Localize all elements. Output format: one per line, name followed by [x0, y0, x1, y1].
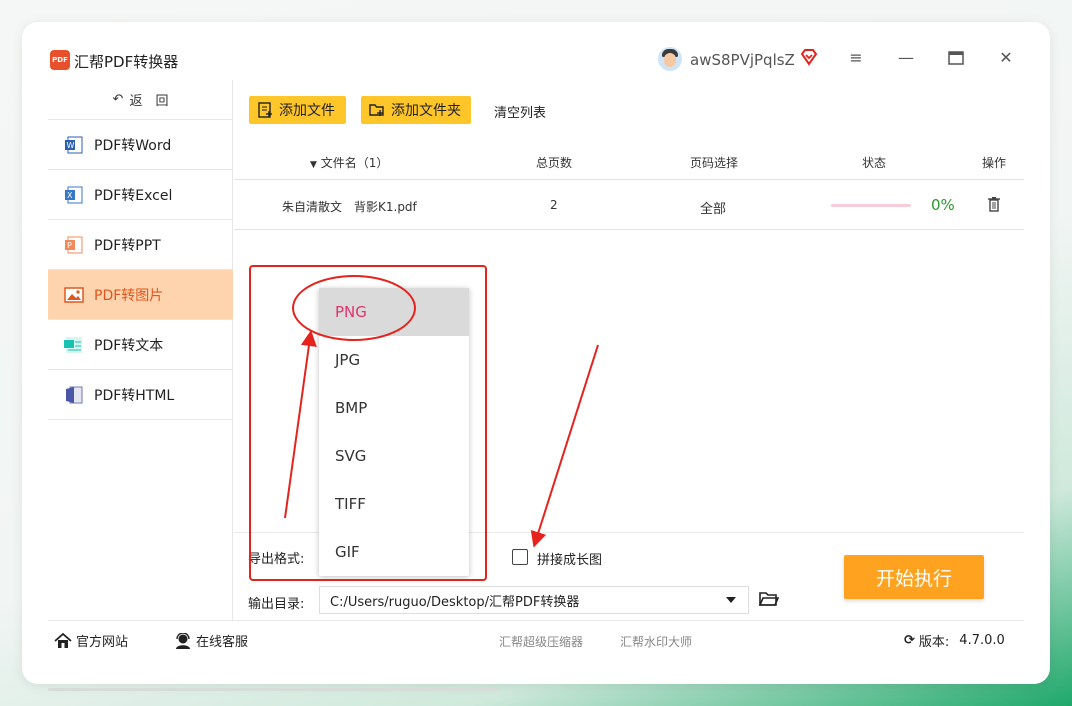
watermark-link[interactable]: 汇帮水印大师 — [620, 633, 692, 650]
row-filename: 朱自清散文 背影K1.pdf — [282, 200, 417, 214]
sidebar-item-word[interactable]: W PDF转Word — [48, 120, 233, 170]
sidebar-item-label: PDF转图片 — [94, 287, 164, 304]
sidebar-item-label: PDF转Word — [94, 137, 172, 154]
minimize-icon[interactable]: — — [896, 48, 916, 68]
sidebar-item-excel[interactable]: X PDF转Excel — [48, 170, 233, 220]
row-pages: 2 — [550, 198, 558, 212]
chevron-down-icon — [726, 597, 736, 603]
back-icon: ↶ — [112, 92, 124, 107]
refresh-icon[interactable]: ⟳ — [904, 633, 915, 648]
sidebar-item-html[interactable]: PDF转HTML — [48, 370, 233, 420]
sidebar-item-label: PDF转PPT — [94, 237, 161, 254]
maximize-icon[interactable] — [946, 48, 966, 68]
filename-column-header[interactable]: ▼ 文件名（1） — [310, 154, 388, 171]
horizontal-scrollbar[interactable] — [48, 688, 498, 691]
compressor-link[interactable]: 汇帮超级压缩器 — [499, 633, 583, 650]
add-folder-label: 添加文件夹 — [391, 103, 461, 119]
add-folder-icon — [369, 104, 384, 116]
trash-icon[interactable] — [987, 196, 1001, 212]
output-dir-path: C:/Users/ruguo/Desktop/汇帮PDF转换器 — [330, 594, 580, 610]
text-icon — [64, 336, 82, 353]
action-column-header: 操作 — [982, 156, 1007, 170]
table-header: ▼ 文件名（1） 总页数 页码选择 状态 操作 — [234, 144, 1024, 180]
svg-text:P: P — [67, 241, 72, 250]
sidebar: ↶ 返 回 W PDF转Word X PDF转Excel P PDF转PPT P… — [48, 80, 233, 620]
page-select-column-header: 页码选择 — [690, 156, 739, 170]
stitch-label: 拼接成长图 — [537, 553, 603, 568]
pages-column-header: 总页数 — [536, 156, 573, 170]
svg-text:W: W — [67, 141, 75, 150]
image-icon — [64, 286, 84, 303]
home-icon — [54, 632, 72, 648]
app-logo: PDF — [50, 50, 70, 70]
sidebar-item-label: PDF转HTML — [94, 387, 175, 404]
close-icon[interactable]: ✕ — [996, 48, 1016, 68]
html-icon — [66, 386, 83, 403]
row-page-select[interactable]: 全部 — [700, 198, 726, 217]
online-support-link[interactable]: 在线客服 — [174, 631, 248, 650]
status-column-header: 状态 — [862, 156, 887, 170]
username[interactable]: awS8PVjPqlsZ — [690, 51, 795, 69]
progress-percent: 0% — [931, 196, 955, 214]
add-file-label: 添加文件 — [279, 103, 335, 119]
word-icon: W — [65, 136, 83, 153]
sidebar-item-text[interactable]: PDF转文本 — [48, 320, 233, 370]
sidebar-item-ppt[interactable]: P PDF转PPT — [48, 220, 233, 270]
add-folder-button[interactable]: 添加文件夹 — [361, 96, 471, 124]
add-file-icon — [258, 102, 272, 118]
bottom-bar: 官方网站 在线客服 汇帮超级压缩器 汇帮水印大师 ⟳ 版本: 4.7.0.0 — [48, 620, 1024, 660]
progress-bar — [831, 204, 911, 207]
add-file-button[interactable]: 添加文件 — [249, 96, 346, 124]
menu-icon[interactable]: ≡ — [846, 48, 866, 68]
table-row[interactable]: 朱自清散文 背影K1.pdf 2 全部 0% — [234, 180, 1024, 230]
sidebar-item-label: PDF转文本 — [94, 337, 164, 354]
svg-text:X: X — [67, 191, 73, 200]
back-label: 返 回 — [129, 94, 169, 109]
app-title: 汇帮PDF转换器 — [74, 53, 179, 71]
sidebar-item-label: PDF转Excel — [94, 187, 173, 204]
version-info: ⟳ 版本: 4.7.0.0 — [904, 633, 1005, 650]
ppt-icon: P — [65, 236, 83, 253]
avatar[interactable] — [658, 47, 682, 71]
sort-down-icon: ▼ — [310, 160, 317, 170]
output-dir-select[interactable]: C:/Users/ruguo/Desktop/汇帮PDF转换器 — [319, 586, 749, 614]
vip-diamond-icon[interactable] — [800, 48, 818, 66]
stitch-checkbox[interactable] — [512, 549, 528, 565]
back-button[interactable]: ↶ 返 回 — [48, 80, 233, 120]
sidebar-item-image[interactable]: PDF转图片 — [48, 270, 233, 320]
start-button[interactable]: 开始执行 — [844, 555, 984, 599]
annotation-ellipse — [292, 275, 416, 341]
headset-icon — [176, 632, 190, 649]
title-bar: PDF 汇帮PDF转换器 awS8PVjPqlsZ ≡ — ✕ — [22, 22, 1050, 80]
official-website-link[interactable]: 官方网站 — [54, 631, 128, 650]
clear-list-button[interactable]: 清空列表 — [494, 102, 546, 121]
output-dir-label: 输出目录: — [248, 597, 305, 612]
excel-icon: X — [65, 186, 83, 203]
folder-icon[interactable] — [759, 591, 779, 607]
